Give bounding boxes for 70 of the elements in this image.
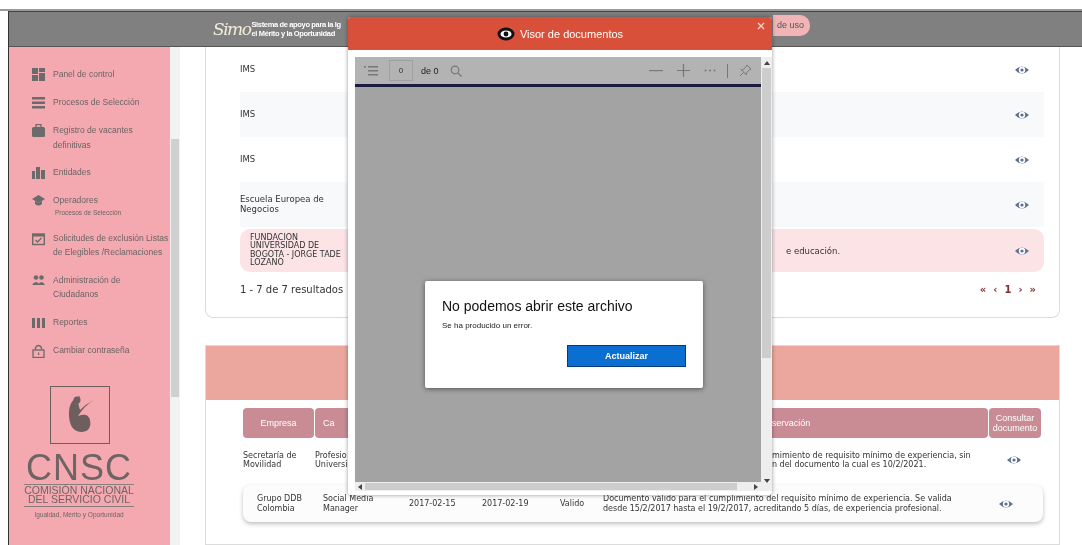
search-icon <box>449 64 462 77</box>
error-title: No podemos abrir este archivo <box>442 298 634 314</box>
error-message: Se ha producido un error. <box>442 321 534 330</box>
menu-item[interactable]: Registro de vacantes definitivas <box>53 123 170 152</box>
menu-item[interactable]: Cambiar contraseña <box>53 342 170 357</box>
arrow-down-icon <box>763 479 770 483</box>
people-icon <box>32 273 45 288</box>
table-cell-text: Profesio Universi <box>315 450 349 470</box>
page-number-field[interactable]: 0 <box>389 60 413 81</box>
column-header: Consultar documento <box>989 408 1041 438</box>
table-cell-text: 2017-02-19 <box>482 498 530 509</box>
column-header: Empresa <box>243 408 314 438</box>
page-count: de 0 <box>421 65 439 76</box>
institution-name: IMS <box>240 154 257 165</box>
menu-item[interactable]: Reportes <box>53 314 170 329</box>
dialog-title: Visor de documentos <box>519 27 624 40</box>
graduation-cap-icon <box>32 194 45 208</box>
emblem-icon <box>50 385 110 444</box>
organization-name: COMISIÓN NACIONAL DEL SERVICIO CIVIL <box>24 483 134 507</box>
bars-icon <box>32 315 45 330</box>
table-cell-text: 2017-02-15 <box>409 498 457 509</box>
ellipsis-icon <box>704 69 716 72</box>
menu-item[interactable]: Operadores <box>53 193 170 208</box>
scrollbar[interactable] <box>761 57 772 491</box>
zoom-in-button[interactable] <box>674 64 693 77</box>
arrow-right-icon <box>754 483 758 490</box>
table-cell-text: Secretaría de Movilidad <box>243 450 298 470</box>
menu-item[interactable]: Panel de control <box>53 67 170 82</box>
arrow-left-icon <box>358 483 362 490</box>
table-cell-text: Social Media Manager <box>323 494 375 513</box>
close-button[interactable] <box>757 22 765 30</box>
institution-name: IMS <box>240 109 257 120</box>
plus-icon <box>677 64 690 77</box>
scrollbar[interactable] <box>355 482 761 491</box>
calendar-icon <box>32 231 45 246</box>
pin-icon <box>739 64 752 77</box>
observation-text: e educación. <box>786 245 841 256</box>
contents-button[interactable] <box>361 65 381 76</box>
pagination-link[interactable]: › <box>1018 284 1023 295</box>
organization-acronym: CNSC <box>26 451 132 484</box>
terms-button[interactable]: de uso <box>773 14 811 36</box>
table-cell-text: mimiento de requisito mínimo de experiencia, sin n del documento la cual es 10/2/2021. <box>772 450 972 470</box>
lock-icon <box>32 343 45 358</box>
scrollbar[interactable] <box>170 47 180 545</box>
institution-name: Escuela Europea de Negocios <box>240 195 325 214</box>
dashboard-icon <box>32 68 45 82</box>
eye-icon <box>496 26 515 41</box>
arrow-up-icon <box>763 61 770 65</box>
institution-name: IMS <box>240 64 257 75</box>
buildings-icon <box>32 166 45 180</box>
briefcase-icon <box>32 124 45 138</box>
pagination-link[interactable]: « <box>979 284 987 295</box>
menu-item[interactable]: Administración de Ciudadanos <box>53 272 170 302</box>
minus-icon <box>649 69 663 72</box>
close-icon <box>757 22 765 30</box>
pagination-link[interactable]: » <box>1029 284 1036 295</box>
table-cell-text: Grupo DDB Colombia <box>256 494 303 513</box>
menu-item[interactable]: Entidades <box>53 165 170 180</box>
menu-item[interactable]: Solicitudes de exclusión Listas de Elegibles /Reclamaciones <box>53 230 170 260</box>
list-icon <box>32 96 45 110</box>
results-count: 1 - 7 de 7 resultados <box>240 284 344 295</box>
institution-name: FUNDACION UNIVERSIDAD DE BOGOTA - JORGE TADE LOZANO <box>250 233 342 268</box>
zoom-out-button[interactable] <box>646 69 666 72</box>
app-logo: Simo <box>213 19 251 39</box>
refresh-button[interactable]: Actualizar <box>567 345 686 367</box>
table-cell-text: Valido <box>560 498 586 509</box>
pagination-link[interactable]: 1 <box>1004 284 1012 295</box>
pagination-link[interactable]: ‹ <box>993 284 998 295</box>
menu-item[interactable]: Procesos de Selección <box>53 95 170 110</box>
list-icon <box>364 65 378 76</box>
